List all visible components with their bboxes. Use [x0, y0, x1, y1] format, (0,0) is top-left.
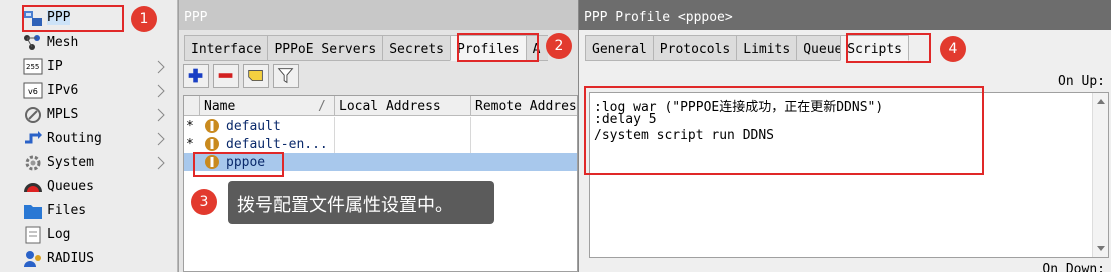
filter-icon: [277, 68, 294, 84]
step-badge: 1: [131, 6, 157, 32]
highlight-pppoe-row: [193, 152, 284, 177]
profile-icon: [205, 137, 219, 151]
sidebar-item-system[interactable]: System: [0, 151, 177, 175]
plus-icon: [188, 68, 203, 83]
sidebar-item-ip[interactable]: 255 IP: [0, 55, 177, 79]
column-header-label: Name: [204, 99, 236, 114]
step-badge: 4: [940, 36, 966, 62]
sidebar-item-mesh[interactable]: Mesh: [0, 31, 177, 55]
chevron-right-icon: [157, 108, 165, 122]
profile-name: default-en...: [226, 137, 328, 152]
highlight-script-content: [584, 86, 984, 175]
table-row[interactable]: * default-en...: [184, 135, 577, 153]
sidebar-item-ipv6[interactable]: v6 IPv6: [0, 79, 177, 103]
ppp-toolbar: [183, 64, 299, 88]
sidebar-item-label: IP: [47, 59, 63, 74]
sidebar-item-log[interactable]: Log: [0, 223, 177, 247]
highlight-scripts-tab: [846, 33, 931, 63]
scroll-up-arrow-icon[interactable]: [1093, 95, 1109, 107]
sidebar-menu: PPP Mesh 255 IP v6 IPv6 MPLS Routing Sys…: [0, 0, 178, 272]
radius-icon: [24, 251, 41, 267]
chevron-right-icon: [157, 156, 165, 170]
sidebar-item-label: Log: [47, 227, 71, 242]
vertical-scrollbar[interactable]: [1092, 93, 1108, 257]
svg-text:v6: v6: [28, 87, 38, 96]
sidebar-item-label: IPv6: [47, 83, 79, 98]
chevron-right-icon: [157, 132, 165, 146]
ip-icon: 255: [23, 58, 43, 75]
default-marker: *: [186, 119, 194, 134]
routing-icon: [25, 131, 42, 144]
sidebar-item-label: Files: [47, 203, 87, 218]
scroll-down-arrow-icon[interactable]: [1093, 243, 1109, 255]
log-icon: [25, 226, 41, 244]
chevron-right-icon: [157, 60, 165, 74]
note-icon: [248, 70, 263, 82]
tab-general[interactable]: General: [585, 35, 653, 61]
chevron-right-icon: [157, 84, 165, 98]
highlight-ppp-menu: [22, 5, 124, 32]
tab-pppoe-servers[interactable]: PPPoE Servers: [267, 35, 383, 61]
tab-queue[interactable]: Queue: [796, 35, 841, 61]
column-header-name[interactable]: Name /: [200, 96, 335, 116]
tab-protocols[interactable]: Protocols: [652, 35, 737, 61]
tab-limits[interactable]: Limits: [736, 35, 797, 61]
on-up-label: On Up:: [1058, 74, 1105, 89]
ppp-window-title[interactable]: PPP: [179, 0, 579, 30]
sidebar-item-label: RADIUS: [47, 251, 94, 266]
sidebar-item-radius[interactable]: RADIUS: [0, 247, 177, 271]
sort-indicator: /: [318, 99, 326, 114]
column-header-local-address[interactable]: Local Address: [335, 96, 471, 116]
svg-text:255: 255: [26, 63, 39, 71]
sidebar-item-routing[interactable]: Routing: [0, 127, 177, 151]
mesh-icon: [24, 35, 40, 50]
sidebar-item-mpls[interactable]: MPLS: [0, 103, 177, 127]
add-button[interactable]: [183, 64, 209, 88]
filter-button[interactable]: [273, 64, 299, 88]
column-divider: [470, 117, 471, 135]
column-header-mark: [184, 96, 200, 116]
comment-button[interactable]: [243, 64, 269, 88]
column-header-remote-address[interactable]: Remote Address: [471, 96, 577, 116]
step-badge: 3: [191, 189, 217, 215]
table-row[interactable]: * default: [184, 117, 577, 135]
sidebar-item-label: Routing: [47, 131, 102, 146]
ipv6-icon: v6: [23, 82, 43, 99]
sidebar-item-label: Queues: [47, 179, 94, 194]
column-divider: [334, 117, 335, 135]
remove-button[interactable]: [213, 64, 239, 88]
profile-icon: [205, 119, 219, 133]
annotation-tooltip: 拨号配置文件属性设置中。: [228, 181, 494, 224]
queues-icon: [24, 183, 42, 192]
sidebar-item-label: MPLS: [47, 107, 79, 122]
mpls-icon: [25, 107, 41, 123]
sidebar-item-label: System: [47, 155, 94, 170]
profile-name: default: [226, 119, 281, 134]
tab-interface[interactable]: Interface: [184, 35, 268, 61]
column-divider: [470, 135, 471, 153]
folder-icon: [24, 205, 42, 219]
highlight-profiles-tab: [457, 33, 539, 62]
tab-secrets[interactable]: Secrets: [382, 35, 450, 61]
on-down-label: On Down:: [1042, 262, 1105, 272]
sidebar-item-queues[interactable]: Queues: [0, 175, 177, 199]
default-marker: *: [186, 137, 194, 152]
profile-window-title[interactable]: PPP Profile <pppoe>: [579, 0, 1111, 30]
sidebar-item-files[interactable]: Files: [0, 199, 177, 223]
system-gear-icon: [25, 155, 41, 171]
sidebar-item-label: Mesh: [47, 35, 79, 50]
step-badge: 2: [546, 33, 572, 59]
minus-icon: [218, 73, 233, 78]
column-divider: [334, 135, 335, 153]
